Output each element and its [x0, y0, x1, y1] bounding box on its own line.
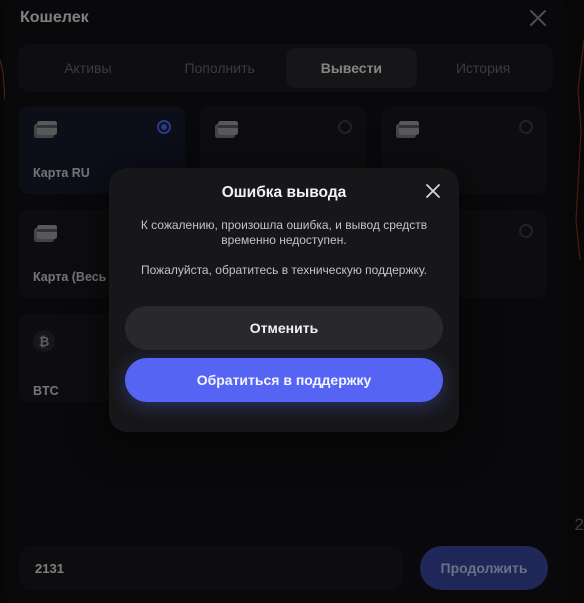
modal-close-button[interactable]	[422, 180, 444, 202]
modal-message-error: К сожалению, произошла ошибка, и вывод с…	[140, 218, 428, 247]
contact-support-button[interactable]: Обратиться в поддержку	[125, 358, 443, 402]
withdraw-error-modal: Ошибка вывода К сожалению, произошла оши…	[109, 168, 459, 432]
screen: 2 Кошелек Активы Пополнить Вывести Истор…	[0, 0, 584, 603]
modal-message-support: Пожалуйста, обратитесь в техническую под…	[141, 263, 427, 277]
close-icon	[426, 184, 440, 198]
modal-title: Ошибка вывода	[221, 184, 347, 201]
cancel-button[interactable]: Отменить	[125, 306, 443, 350]
